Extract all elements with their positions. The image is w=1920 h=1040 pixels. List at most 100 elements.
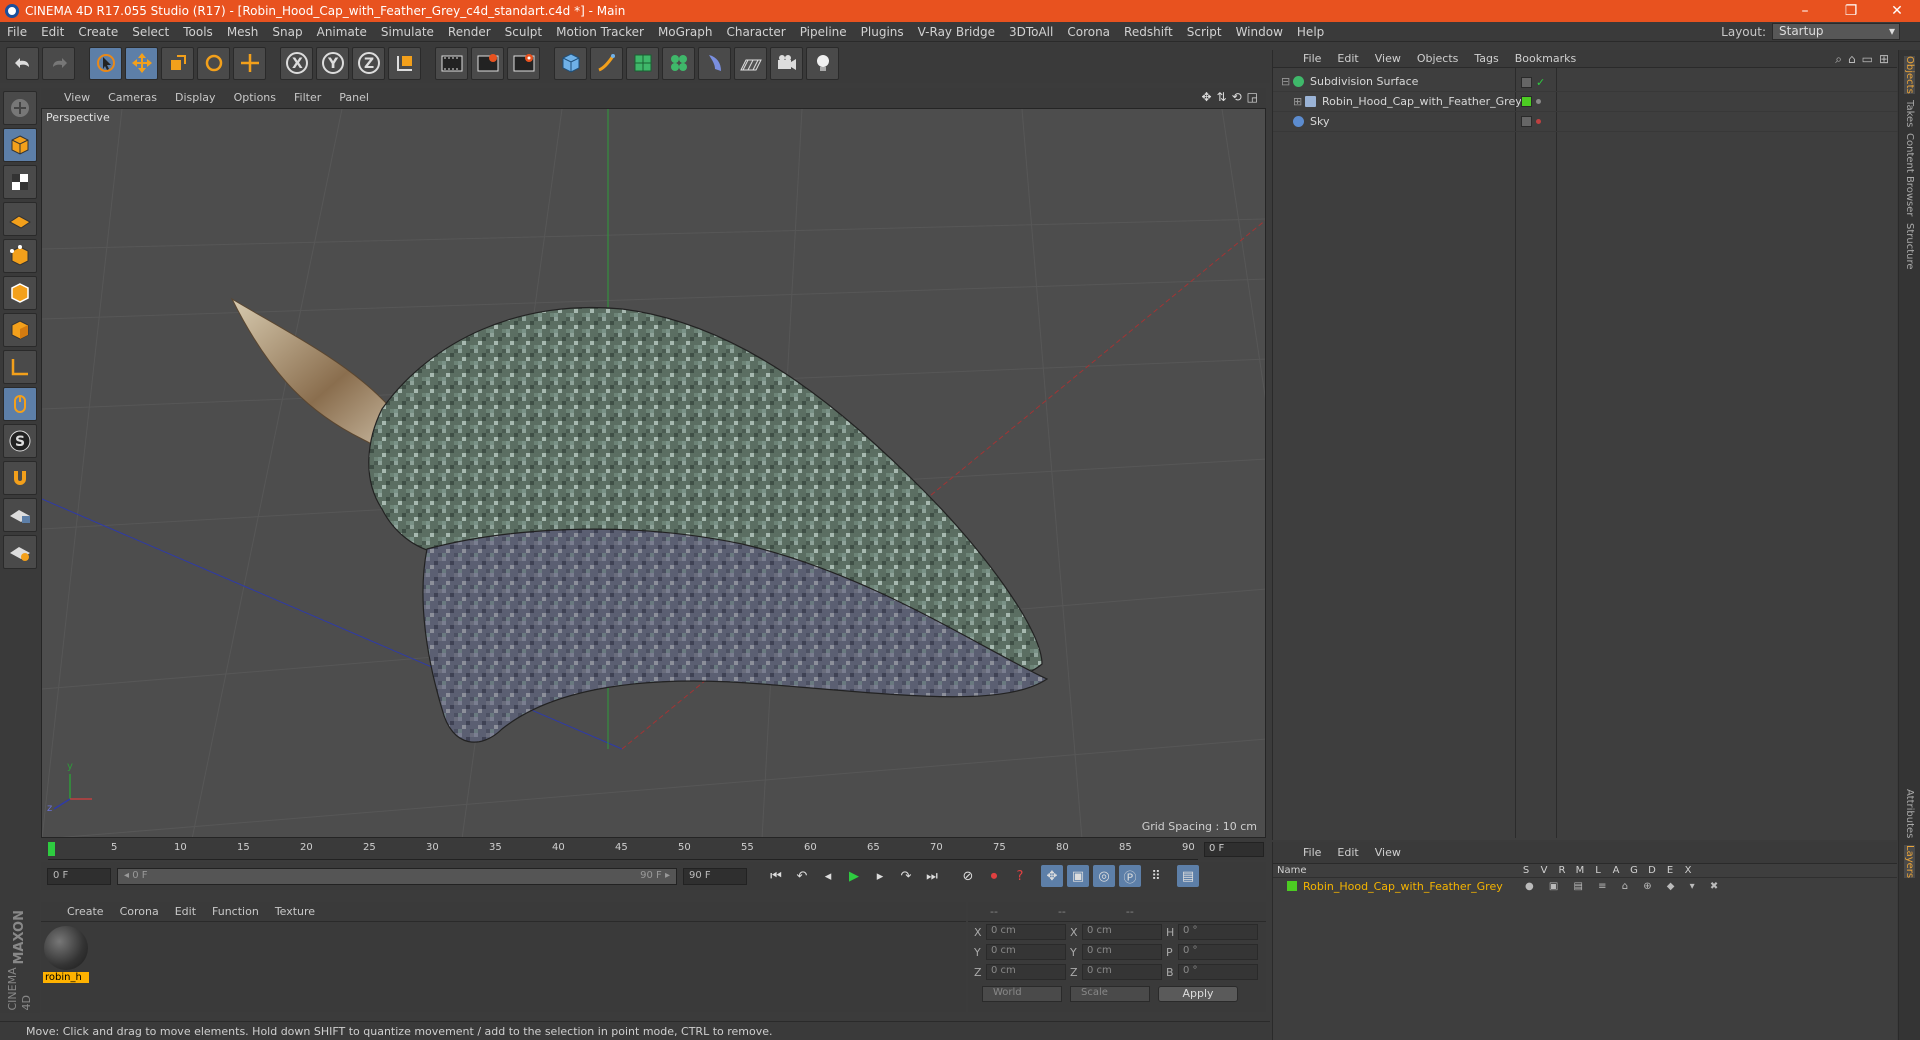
restore-button[interactable]: ❐ [1828, 0, 1874, 22]
go-to-previous-key-icon[interactable]: ↶ [791, 865, 813, 887]
points-mode-icon[interactable] [3, 239, 37, 273]
viewport-dolly-icon[interactable]: ⇅ [1217, 90, 1227, 104]
record-rotation-icon[interactable]: ◎ [1093, 865, 1115, 887]
material-menu-corona[interactable]: Corona [112, 905, 167, 918]
lock-workplane-icon[interactable] [3, 498, 37, 532]
collapse-icon[interactable]: ▭ [1862, 52, 1873, 67]
object-row-subdivision[interactable]: ⊟ Subdivision Surface ✓ [1273, 72, 1898, 92]
object-name[interactable]: Subdivision Surface [1310, 75, 1418, 88]
planar-workplane-icon[interactable] [3, 535, 37, 569]
light-icon[interactable] [806, 46, 839, 80]
side-tab-structure[interactable]: Structure [1904, 223, 1915, 270]
floor-icon[interactable] [734, 46, 767, 80]
material-preview-swatch[interactable] [44, 926, 88, 970]
record-active-objects-icon[interactable]: ⊘ [957, 865, 979, 887]
layer-color-swatch[interactable] [1287, 881, 1297, 891]
apply-button[interactable]: Apply [1158, 986, 1238, 1002]
position-y-field[interactable]: 0 cm [986, 944, 1066, 960]
side-tab-content-browser[interactable]: Content Browser [1904, 133, 1915, 216]
size-x-field[interactable]: 0 cm [1082, 924, 1162, 940]
autokeying-icon[interactable]: ⏺ [983, 865, 1005, 887]
workplane-icon[interactable] [3, 202, 37, 236]
material-menu-edit[interactable]: Edit [167, 905, 204, 918]
edit-render-settings-icon[interactable] [507, 46, 540, 80]
redo-icon[interactable] [42, 46, 75, 80]
menu-3dtoall[interactable]: 3DToAll [1002, 25, 1060, 39]
play-forward-icon[interactable]: ▶ [843, 865, 865, 887]
select-arrow-icon[interactable] [89, 46, 122, 80]
menu-file[interactable]: File [0, 25, 34, 39]
frame-range-slider[interactable]: ◂ 0 F 90 F ▸ [117, 867, 677, 885]
menu-render[interactable]: Render [441, 25, 498, 39]
layer-flags-icon[interactable]: ● ▣ ▤ ≡ ⌂ ⊕ ◆ ▾ ✖ [1525, 881, 1724, 892]
playhead-marker[interactable] [48, 842, 55, 856]
side-tab-objects[interactable]: Objects [1904, 56, 1915, 94]
object-row-sky[interactable]: Sky [1273, 112, 1898, 132]
menu-motion-tracker[interactable]: Motion Tracker [549, 25, 651, 39]
texture-mode-icon[interactable] [3, 165, 37, 199]
end-frame-field[interactable]: 90 F [683, 867, 747, 885]
cube-icon[interactable] [554, 46, 587, 80]
viewport-menu-panel[interactable]: Panel [330, 91, 378, 104]
pen-icon[interactable] [590, 46, 623, 80]
record-parameter-icon[interactable]: Ⓟ [1119, 865, 1141, 887]
make-editable-icon[interactable] [3, 91, 37, 125]
edit-render-flag-icon[interactable] [1521, 77, 1532, 88]
menu-pipeline[interactable]: Pipeline [793, 25, 854, 39]
layers-menu-edit[interactable]: Edit [1329, 846, 1366, 859]
next-frame-icon[interactable]: ▸ [869, 865, 891, 887]
menu-mesh[interactable]: Mesh [220, 25, 266, 39]
menu-simulate[interactable]: Simulate [374, 25, 441, 39]
coordinate-system-icon[interactable] [388, 46, 421, 80]
minimize-button[interactable]: – [1782, 0, 1828, 22]
move-icon[interactable] [125, 46, 158, 80]
render-view-icon[interactable] [435, 46, 468, 80]
objects-menu-bookmarks[interactable]: Bookmarks [1507, 52, 1584, 65]
x-axis-icon[interactable]: X [280, 46, 313, 80]
menu-tools[interactable]: Tools [176, 25, 220, 39]
object-name[interactable]: Robin_Hood_Cap_with_Feather_Grey [1322, 95, 1522, 108]
camera-icon[interactable] [770, 46, 803, 80]
menu-character[interactable]: Character [719, 25, 792, 39]
objects-menu-edit[interactable]: Edit [1329, 52, 1366, 65]
go-to-next-key-icon[interactable]: ↷ [895, 865, 917, 887]
menu-corona[interactable]: Corona [1060, 25, 1117, 39]
menu-edit[interactable]: Edit [34, 25, 71, 39]
layers-menu-file[interactable]: File [1295, 846, 1329, 859]
go-to-start-icon[interactable]: ⏮ [765, 865, 787, 887]
edit-render-flag-icon[interactable] [1521, 116, 1532, 127]
object-name[interactable]: Sky [1310, 115, 1329, 128]
rotation-b-field[interactable]: 0 ° [1178, 964, 1258, 980]
search-icon[interactable]: ⌕ [1835, 52, 1842, 67]
objects-menu-objects[interactable]: Objects [1409, 52, 1467, 65]
enabled-check-icon[interactable]: ✓ [1536, 76, 1545, 89]
material-name-label[interactable]: robin_h [43, 972, 89, 983]
home-icon[interactable]: ⌂ [1848, 52, 1856, 67]
close-button[interactable]: ✕ [1874, 0, 1920, 22]
rotate-icon[interactable] [197, 46, 230, 80]
live-select-icon[interactable] [233, 46, 266, 80]
layers-menu-view[interactable]: View [1367, 846, 1409, 859]
viewport-maximize-icon[interactable]: ◲ [1247, 90, 1258, 104]
subdivision-icon[interactable] [626, 46, 659, 80]
menu-redshift[interactable]: Redshift [1117, 25, 1180, 39]
viewport-rotate-icon[interactable]: ⟲ [1232, 90, 1242, 104]
keyframe-selection-icon[interactable]: ? [1009, 865, 1031, 887]
tree-expand-icon[interactable]: ⊟ [1281, 75, 1293, 88]
record-position-icon[interactable]: ✥ [1041, 865, 1063, 887]
deformer-icon[interactable] [698, 46, 731, 80]
y-axis-icon[interactable]: Y [316, 46, 349, 80]
menu-mograph[interactable]: MoGraph [651, 25, 720, 39]
rotation-h-field[interactable]: 0 ° [1178, 924, 1258, 940]
tweak-mode-icon[interactable] [3, 387, 37, 421]
position-z-field[interactable]: 0 cm [986, 964, 1066, 980]
model-mode-icon[interactable] [3, 128, 37, 162]
menu-create[interactable]: Create [71, 25, 125, 39]
material-menu-create[interactable]: Create [59, 905, 112, 918]
cloner-icon[interactable] [662, 46, 695, 80]
render-picture-viewer-icon[interactable] [471, 46, 504, 80]
current-frame-field[interactable]: 0 F [1204, 842, 1264, 857]
timeline-window-icon[interactable]: ▤ [1177, 865, 1199, 887]
perspective-viewport[interactable]: y z Perspective Grid Spacing : 10 cm [41, 108, 1266, 838]
visibility-dots-icon[interactable] [1536, 99, 1541, 104]
